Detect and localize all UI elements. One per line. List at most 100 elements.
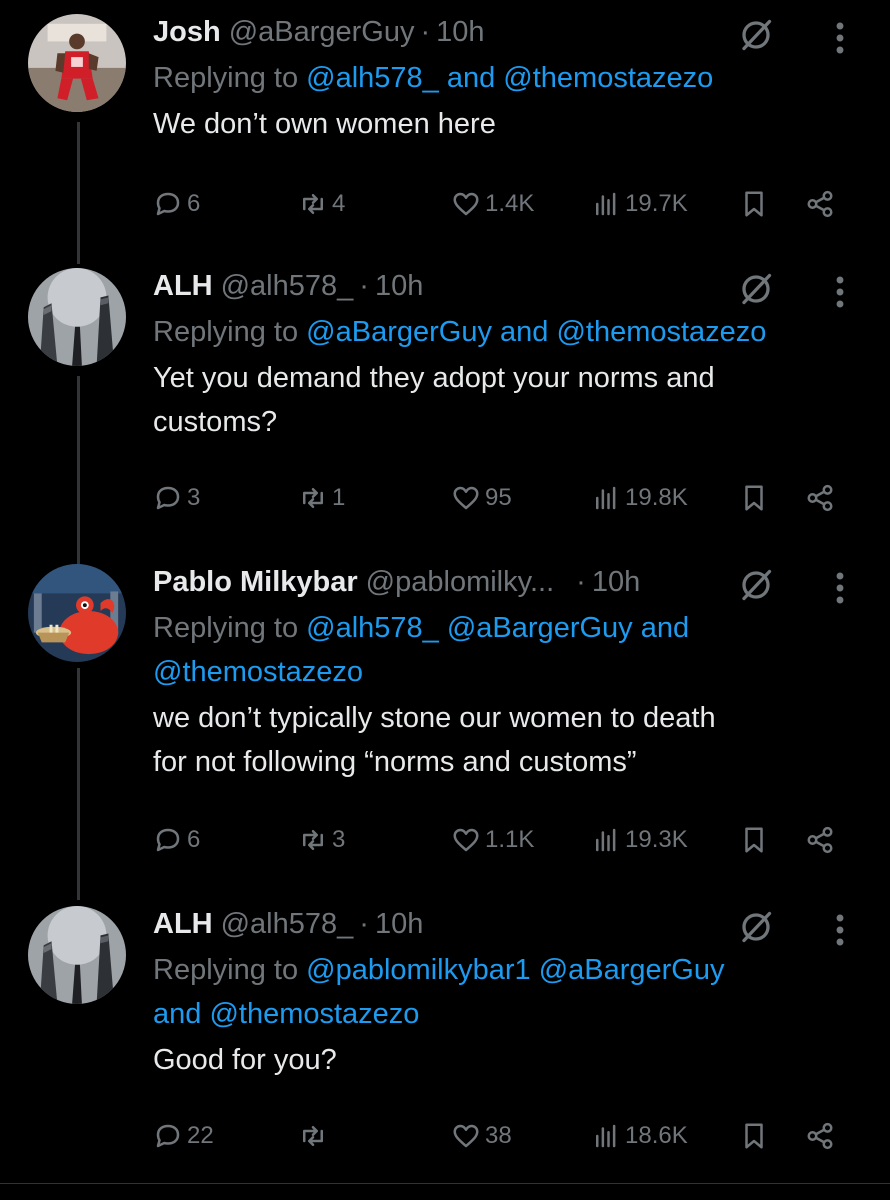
replying-to: Replying to @pablomilkybar1 @aBargerGuy … [153, 948, 890, 1036]
avatar[interactable] [28, 564, 126, 662]
like-button[interactable]: 1.4K [451, 184, 534, 224]
tweet-text-line: Yet you demand they adopt your norms and [153, 362, 715, 394]
views-button[interactable]: 19.3K [591, 820, 688, 860]
grok-icon[interactable] [738, 909, 774, 945]
divider [0, 1183, 890, 1184]
views-button[interactable]: 18.6K [591, 1116, 688, 1156]
user-handle[interactable]: @alh578_ [221, 906, 354, 942]
reply-count: 6 [187, 826, 201, 853]
timestamp[interactable]: 10h [375, 906, 423, 942]
like-button[interactable]: 1.1K [451, 820, 534, 860]
more-options-icon[interactable] [835, 274, 845, 310]
tweet-actions: 6 4 1.4K 19.7K [153, 184, 853, 224]
replying-to: Replying to @alh578_ @aBargerGuy and @th… [153, 606, 890, 694]
reply-button[interactable]: 6 [153, 820, 200, 860]
reply-icon [156, 828, 180, 852]
tweet-actions: 22 38 18.6K [153, 1116, 853, 1156]
replying-to-links[interactable]: @themostazezo [153, 656, 363, 688]
views-icon [596, 1124, 616, 1148]
more-options-icon[interactable] [835, 20, 845, 56]
avatar[interactable] [28, 14, 126, 112]
timestamp[interactable]: 10h [436, 14, 484, 50]
like-button[interactable]: 38 [451, 1116, 512, 1156]
tweet[interactable]: Josh @aBargerGuy · 10h Replying to @alh5… [0, 14, 890, 244]
repost-icon [303, 194, 323, 214]
tweet-text: Yet you demand they adopt your norms and… [153, 356, 890, 444]
replying-to: Replying to @alh578_ and @themostazezo [153, 56, 890, 100]
more-options-icon[interactable] [835, 570, 845, 606]
timestamp[interactable]: 10h [375, 268, 423, 304]
like-button[interactable]: 95 [451, 478, 512, 518]
tweet[interactable]: ALH @alh578_ · 10h Replying to @pablomil… [0, 906, 890, 1176]
bookmark-icon [745, 191, 763, 217]
separator-dot: · [576, 566, 586, 598]
separator-dot: · [359, 270, 369, 302]
tweet-actions: 6 3 1.1K 19.3K [153, 820, 853, 860]
replying-to-label: Replying to [153, 62, 299, 94]
heart-icon [453, 192, 479, 216]
view-count: 19.8K [625, 484, 688, 511]
bookmark-button[interactable] [739, 184, 769, 224]
replying-to-links[interactable]: @aBargerGuy and @themostazezo [306, 316, 766, 348]
repost-button[interactable] [298, 1116, 332, 1156]
separator-dot: · [359, 908, 369, 940]
tweet[interactable]: ALH @alh578_ · 10h Replying to @aBargerG… [0, 268, 890, 528]
avatar-image [28, 268, 126, 366]
views-button[interactable]: 19.8K [591, 478, 688, 518]
display-name[interactable]: ALH [153, 268, 213, 304]
tweet-header: ALH @alh578_ · 10h [153, 906, 890, 942]
repost-button[interactable]: 4 [298, 184, 345, 224]
grok-icon[interactable] [738, 17, 774, 53]
heart-icon [453, 828, 479, 852]
user-handle[interactable]: @alh578_ [221, 268, 354, 304]
views-icon [596, 192, 616, 216]
view-count: 19.7K [625, 190, 688, 217]
user-handle[interactable]: @pablomilky... [366, 564, 554, 600]
repost-button[interactable]: 1 [298, 478, 345, 518]
display-name[interactable]: ALH [153, 906, 213, 942]
replying-to-links[interactable]: @alh578_ and @themostazezo [306, 62, 713, 94]
bookmark-button[interactable] [739, 820, 769, 860]
display-name[interactable]: Pablo Milkybar [153, 564, 358, 600]
reply-button[interactable]: 3 [153, 478, 200, 518]
tweet-text: We don’t own women here [153, 102, 890, 146]
separator-dot: · [420, 16, 431, 48]
avatar-image [28, 14, 126, 112]
tweet-text-line: Good for you? [153, 1044, 337, 1076]
like-count: 38 [485, 1122, 512, 1149]
replying-to-links[interactable]: @pablomilkybar1 @aBargerGuy [306, 954, 724, 986]
grok-icon[interactable] [738, 271, 774, 307]
share-button[interactable] [805, 184, 835, 224]
reply-count: 6 [187, 190, 201, 217]
display-name[interactable]: Josh [153, 14, 221, 50]
bookmark-button[interactable] [739, 478, 769, 518]
share-button[interactable] [805, 478, 835, 518]
like-count: 1.4K [485, 190, 535, 217]
tweet[interactable]: Pablo Milkybar @pablomilky... · 10h Repl… [0, 564, 890, 864]
views-button[interactable]: 19.7K [591, 184, 688, 224]
repost-count: 1 [332, 484, 346, 511]
replying-to-links[interactable]: and @themostazezo [153, 998, 419, 1030]
share-button[interactable] [805, 1116, 835, 1156]
user-handle[interactable]: @aBargerGuy [229, 14, 415, 50]
share-icon [807, 190, 833, 218]
reply-button[interactable]: 6 [153, 184, 200, 224]
tweet-text: Good for you? [153, 1038, 890, 1082]
repost-button[interactable]: 3 [298, 820, 345, 860]
like-count: 1.1K [485, 826, 535, 853]
reply-button[interactable]: 22 [153, 1116, 214, 1156]
reply-icon [156, 192, 180, 216]
tweet-actions: 3 1 95 19.8K [153, 478, 853, 518]
avatar[interactable] [28, 268, 126, 366]
reply-count: 22 [187, 1122, 214, 1149]
bookmark-button[interactable] [739, 1116, 769, 1156]
share-button[interactable] [805, 820, 835, 860]
avatar[interactable] [28, 906, 126, 1004]
more-options-icon[interactable] [835, 912, 845, 948]
timestamp[interactable]: 10h [592, 564, 640, 600]
repost-icon [303, 1126, 323, 1146]
repost-icon [303, 830, 323, 850]
replying-to-links[interactable]: @alh578_ @aBargerGuy and [306, 612, 689, 644]
grok-icon[interactable] [738, 567, 774, 603]
tweet-text-line: we don’t typically stone our women to de… [153, 702, 716, 734]
